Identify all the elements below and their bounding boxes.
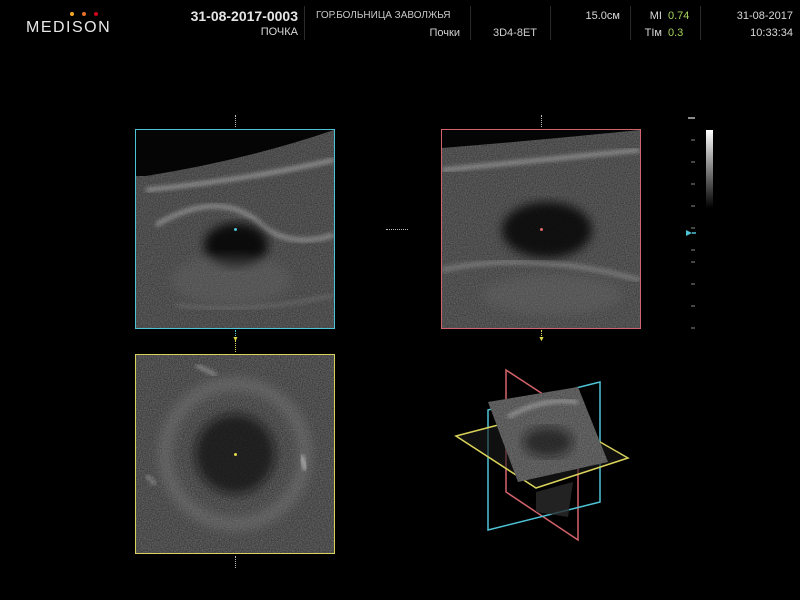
- logo-dot-2: [82, 12, 86, 16]
- pane-b-top-guide: [541, 115, 543, 127]
- logo-dot-3: [94, 12, 98, 16]
- hospital-name: ГОР.БОЛЬНИЦА ЗАВОЛЖЬЯ: [316, 10, 451, 21]
- header-divider: [470, 6, 471, 40]
- 3d-render-icon[interactable]: [448, 362, 638, 546]
- pane-b-bottom-arrow-icon: ▼: [538, 336, 545, 343]
- mi-label: MI: [649, 10, 662, 22]
- center-h-guide: [386, 229, 408, 231]
- pane-b-center-marker: [540, 228, 543, 231]
- ti-label: TIм: [644, 27, 662, 39]
- pane-a-center-marker: [234, 228, 237, 231]
- preset-label: Почки: [429, 27, 460, 39]
- logo-text: MEDISON: [26, 19, 112, 36]
- plane-a-view[interactable]: [135, 129, 335, 329]
- depth-readout: 15.0см: [585, 10, 620, 22]
- logo-dot-1: [70, 12, 74, 16]
- mi-value: 0.74: [668, 10, 690, 22]
- depth-scale-icon: [688, 117, 695, 329]
- pane-c-center-marker: [234, 453, 237, 456]
- header-divider: [700, 6, 701, 40]
- patient-id: 31-08-2017-0003: [190, 8, 298, 24]
- pane-a-bottom-arrow-icon: ▼: [232, 336, 239, 343]
- exam-date: 31-08-2017: [736, 10, 793, 22]
- ti-value: 0.3: [668, 27, 684, 39]
- pane-a-top-guide: [235, 115, 237, 127]
- pane-c-bottom-guide: [235, 556, 237, 568]
- header-divider: [304, 6, 305, 40]
- organ-label: ПОЧКА: [260, 26, 298, 38]
- exam-time: 10:33:34: [750, 27, 793, 39]
- plane-b-view[interactable]: [441, 129, 641, 329]
- plane-c-view[interactable]: [135, 354, 335, 554]
- grayscale-bar-icon: [706, 130, 713, 208]
- probe-label: 3D4-8ET: [492, 27, 538, 39]
- header-divider: [550, 6, 551, 40]
- status-header: MEDISON 31-08-2017-0003 ПОЧКА ГОР.БОЛЬНИ…: [0, 0, 800, 44]
- header-divider: [630, 6, 631, 40]
- focus-marker-icon[interactable]: [686, 230, 696, 236]
